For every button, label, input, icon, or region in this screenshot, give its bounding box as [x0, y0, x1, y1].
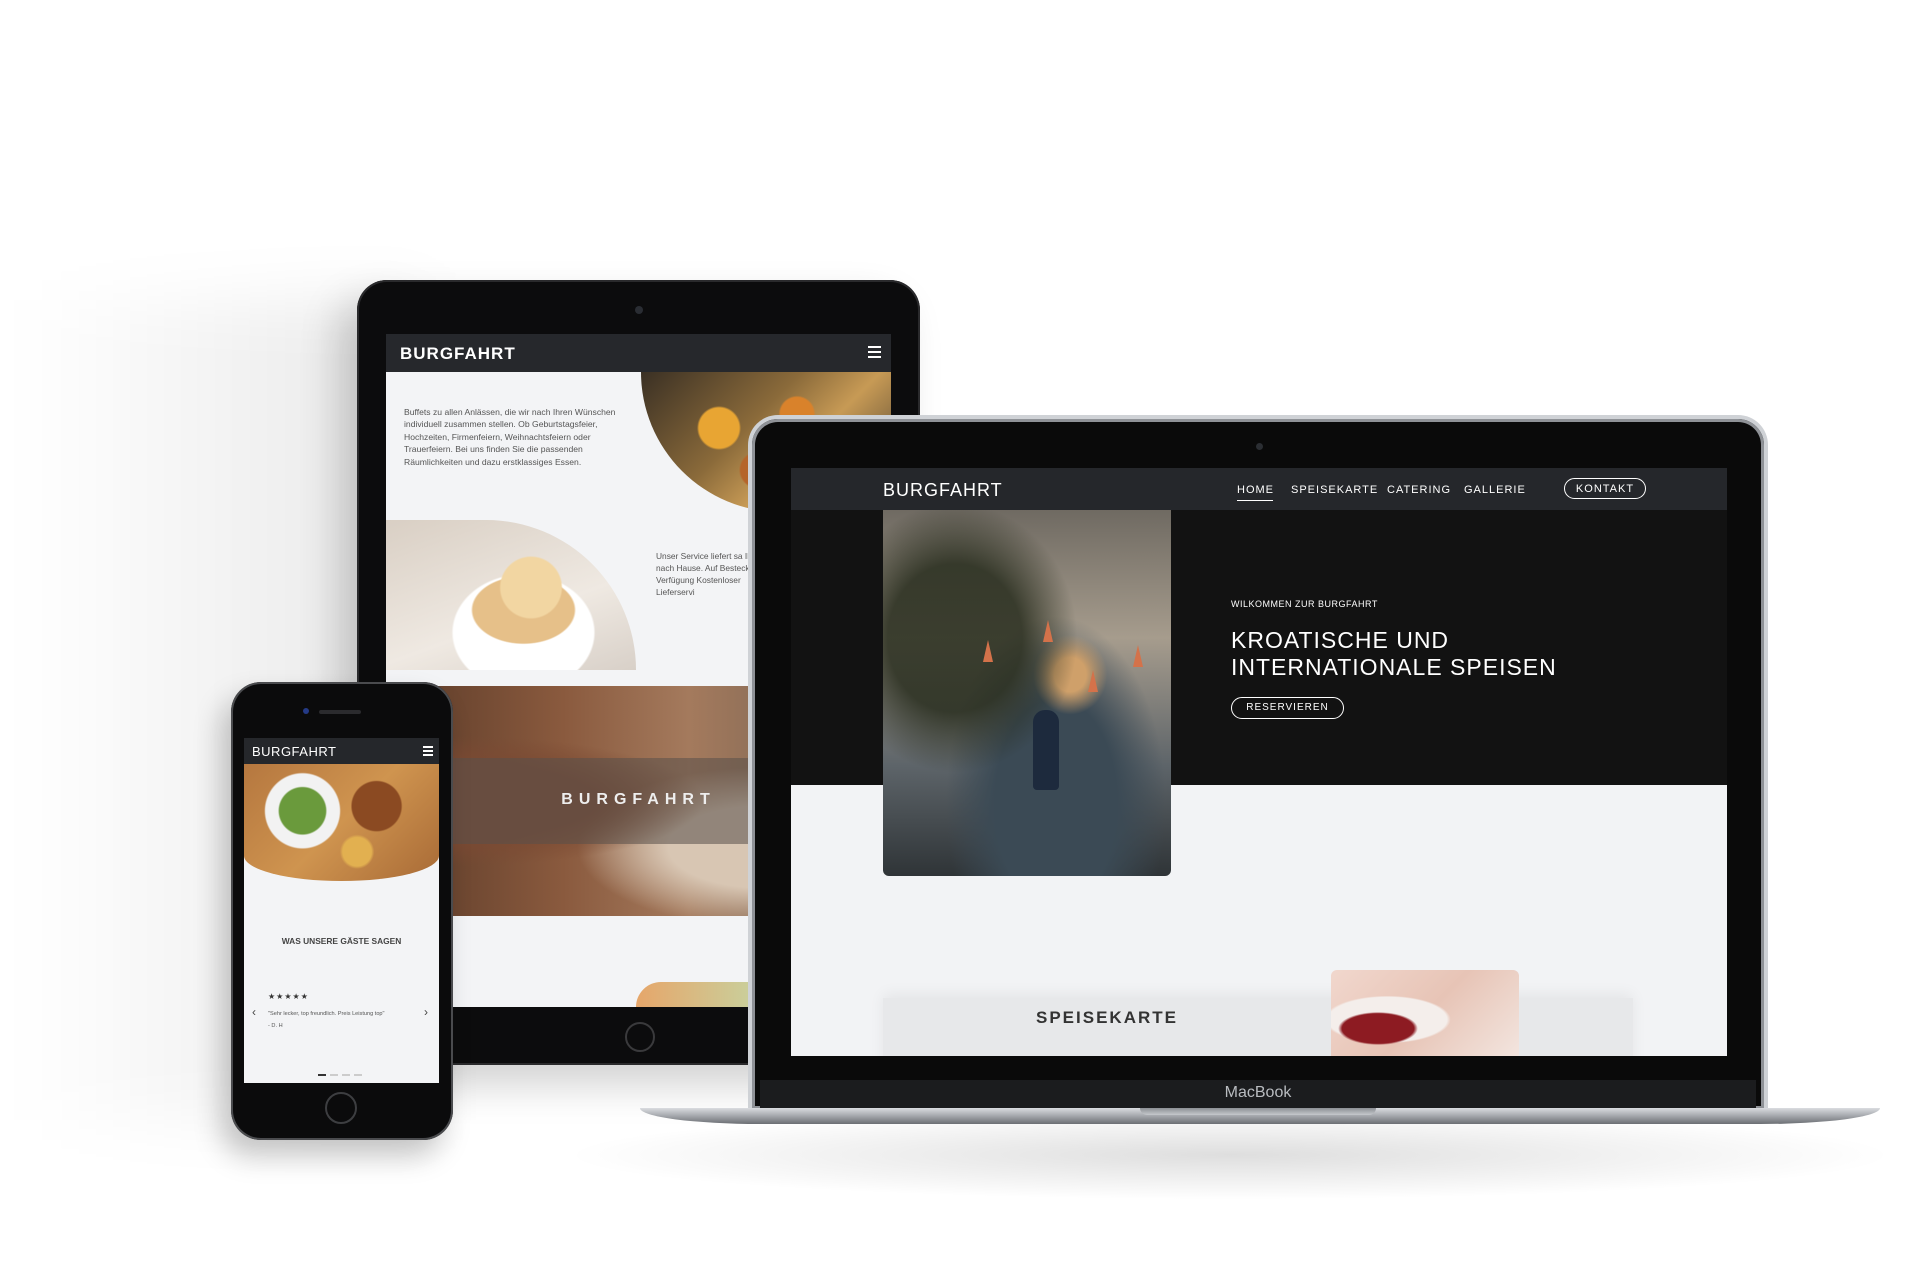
wine-image — [1331, 970, 1519, 1056]
nav-speisekarte[interactable]: SPEISEKARTE — [1291, 484, 1378, 496]
prev-arrow-icon[interactable]: ‹ — [252, 1005, 256, 1019]
reservieren-button[interactable]: RESERVIEREN — [1231, 697, 1344, 719]
laptop-navbar: BURGFAHRT HOME SPEISEKARTE CATERING GALL… — [791, 468, 1727, 510]
rating-stars: ★★★★★ — [268, 992, 309, 1001]
laptop-brand-label: MacBook — [1224, 1084, 1292, 1101]
restaurant-image — [883, 510, 1171, 876]
waiter-figure — [1033, 710, 1059, 790]
tablet-camera — [635, 306, 643, 314]
menu-section-title: SPEISEKARTE — [1036, 1008, 1178, 1027]
menu-card — [883, 998, 1633, 1056]
tablet-buffet-text: Buffets zu allen Anlässen, die wir nach … — [404, 407, 616, 467]
nav-home[interactable]: HOME — [1237, 484, 1274, 496]
phone-screen: BURGFAHRT WAS UNSERE GÄSTE SAGEN ‹ ★★★★★… — [244, 738, 439, 1083]
phone-camera — [303, 708, 309, 714]
phone-logo[interactable]: BURGFAHRT — [252, 744, 336, 759]
next-arrow-icon[interactable]: › — [424, 1005, 428, 1019]
pancake-image — [386, 520, 636, 670]
phone-speaker — [319, 710, 361, 714]
tablet-service-text: Unser Service liefert sa Ihnen nach Haus… — [656, 551, 766, 597]
laptop-screen: BURGFAHRT HOME SPEISEKARTE CATERING GALL… — [791, 468, 1727, 1056]
laptop-hinge-notch — [1140, 1108, 1376, 1115]
phone-home-button[interactable] — [325, 1092, 357, 1124]
kontakt-button[interactable]: KONTAKT — [1564, 478, 1646, 499]
site-logo[interactable]: BURGFAHRT — [883, 480, 1003, 501]
testimonials-heading: WAS UNSERE GÄSTE SAGEN — [281, 936, 402, 946]
phone-navbar: BURGFAHRT — [244, 738, 439, 764]
hero-kicker: WILKOMMEN ZUR BURGFAHRT — [1231, 599, 1378, 609]
testimonial-author: - D. H — [268, 1023, 283, 1029]
burger-salad-image — [244, 764, 439, 881]
carousel-dots[interactable] — [318, 1063, 366, 1076]
hamburger-menu-icon[interactable] — [868, 346, 881, 358]
tablet-navbar: BURGFAHRT — [386, 334, 891, 372]
laptop-camera — [1256, 443, 1263, 450]
hero-headline: KROATISCHE UND INTERNATIONALE SPEISEN — [1231, 627, 1557, 680]
tablet-home-button[interactable] — [625, 1022, 655, 1052]
nav-gallerie[interactable]: GALLERIE — [1464, 484, 1526, 496]
tablet-logo[interactable]: BURGFAHRT — [400, 344, 516, 364]
nav-active-underline — [1237, 500, 1273, 501]
nav-catering[interactable]: CATERING — [1387, 484, 1451, 496]
testimonial-quote: "Sehr lecker, top freundlich. Preis Leis… — [268, 1011, 385, 1017]
hamburger-menu-icon[interactable] — [423, 746, 433, 756]
